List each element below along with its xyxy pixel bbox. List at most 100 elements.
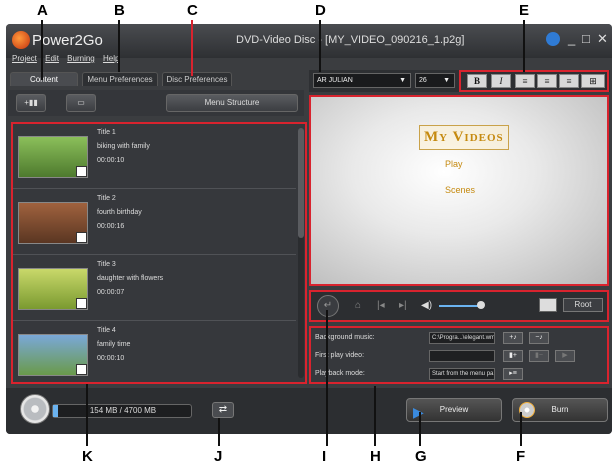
preview-label: Preview [439,405,469,414]
background-music-label: Background music: [315,334,375,341]
callout-b: B [114,2,125,19]
tab-disc-preferences[interactable]: Disc Preferences [162,72,232,86]
align-center-icon[interactable]: ≡ [537,74,557,88]
item-description: family time [97,341,131,348]
item-duration: 00:00:10 [97,157,125,164]
play-icon[interactable]: ▶ [555,350,575,362]
disc-capacity-bar: 154 MB / 4700 MB [52,404,192,418]
remove-first-play-icon[interactable]: ▮− [529,350,549,362]
menu-bar: Project Edit Burning Help [6,54,306,68]
video-clip-icon [76,232,87,243]
playback-mode-settings-icon[interactable]: ▸≡ [503,368,523,380]
previous-icon[interactable]: |◂ [377,300,385,311]
close-icon[interactable]: ✕ [597,31,608,47]
chevron-down-icon: ▼ [399,77,406,84]
enter-icon[interactable]: ↵ [317,295,339,317]
first-play-field[interactable] [429,350,495,362]
maximize-icon[interactable]: □ [582,31,590,46]
update-notification-icon[interactable] [546,32,560,46]
callout-line-b [118,20,120,72]
menu-title-text[interactable]: My Videos [419,125,509,150]
menu-edit[interactable]: Edit [45,54,59,63]
font-toolbar: AR JULIAN ▼ 26 ▼ B I ≡ ≡ ≡ ⊞ [309,70,610,92]
disc-icon [20,394,50,424]
font-size-value: 26 [419,77,427,84]
list-item[interactable]: Title 3 daughter with flowers 00:00:07 [13,256,296,321]
root-button[interactable]: Root [563,298,603,312]
callout-line-c [191,20,193,76]
volume-icon[interactable]: ◀) [421,300,432,311]
add-video-button[interactable]: +▮▮ [16,94,46,112]
item-title: Title 3 [97,261,116,268]
menu-play-link[interactable]: Play [445,159,463,169]
callout-f: F [516,448,526,465]
align-left-icon[interactable]: ≡ [515,74,535,88]
menu-structure-button[interactable]: Menu Structure [166,94,298,112]
item-description: daughter with flowers [97,275,164,282]
font-family-value: AR JULIAN [317,77,353,84]
video-clip-icon [76,364,87,375]
item-duration: 00:00:10 [97,355,125,362]
chevron-down-icon: ▼ [443,77,450,84]
menu-properties: Background music: C:\Progra...\elegant.w… [309,326,609,384]
callout-line-a [41,20,43,80]
callout-line-k [86,384,88,446]
callout-e: E [519,2,530,19]
remove-music-icon[interactable]: −♪ [529,332,549,344]
callout-line-e [523,20,525,72]
font-family-select[interactable]: AR JULIAN ▼ [313,73,411,88]
minimize-icon[interactable]: _ [568,31,575,46]
callout-k: K [82,448,93,465]
display-icon[interactable] [539,298,557,312]
callout-g: G [415,448,427,465]
item-description: fourth birthday [97,209,142,216]
tab-content[interactable]: Content [10,72,78,86]
font-size-select[interactable]: 26 ▼ [415,73,455,88]
chapter-button[interactable]: ▭ [66,94,96,112]
italic-button[interactable]: I [491,74,511,88]
volume-knob[interactable] [477,301,485,309]
list-scrollbar[interactable] [298,128,304,378]
item-duration: 00:00:07 [97,289,125,296]
background-music-field[interactable]: C:\Progra...\elegant.wma [429,332,495,344]
video-clip-icon [76,298,87,309]
callout-j: J [214,448,223,465]
menu-preview: My Videos Play Scenes [309,95,609,286]
power2go-logo-icon [12,31,30,49]
add-music-icon[interactable]: +♪ [503,332,523,344]
menu-scenes-link[interactable]: Scenes [445,185,475,195]
content-toolbar: +▮▮ ▭ Menu Structure [8,90,304,116]
list-item[interactable]: Title 2 fourth birthday 00:00:16 [13,190,296,255]
callout-d: D [315,2,326,19]
burn-label: Burn [551,405,569,414]
list-item[interactable]: Title 1 biking with family 00:00:10 [13,124,296,189]
callout-h: H [370,448,381,465]
callout-a: A [37,2,48,19]
bold-button[interactable]: B [467,74,487,88]
title-bar: Power2Go DVD-Video Disc - [MY_VIDEO_0902… [6,24,612,58]
menu-burning[interactable]: Burning [67,54,95,63]
playback-mode-field[interactable]: Start from the menu pa... [429,368,495,380]
callout-i: I [322,448,327,465]
item-title: Title 2 [97,195,116,202]
text-format-group: B I ≡ ≡ ≡ ⊞ [459,70,609,92]
add-first-play-icon[interactable]: ▮+ [503,350,523,362]
switch-disc-icon[interactable]: ⇄ [212,402,234,418]
volume-slider[interactable] [439,305,481,307]
list-item[interactable]: Title 4 family time 00:00:10 [13,322,296,387]
menu-help[interactable]: Help [103,54,119,63]
player-controls: ↵ ⌂ |◂ ▸| ◀) Root [309,290,609,322]
next-icon[interactable]: ▸| [399,300,407,311]
menu-project[interactable]: Project [12,54,37,63]
burn-button[interactable]: Burn [512,398,608,422]
home-icon[interactable]: ⌂ [355,300,361,311]
item-title: Title 1 [97,129,116,136]
layout-grid-icon[interactable]: ⊞ [581,74,605,88]
item-duration: 00:00:16 [97,223,125,230]
tab-menu-preferences[interactable]: Menu Preferences [82,72,158,86]
video-clip-icon [76,166,87,177]
scrollbar-thumb[interactable] [298,128,304,238]
window-title: DVD-Video Disc - [MY_VIDEO_090216_1.p2g] [236,34,465,46]
align-right-icon[interactable]: ≡ [559,74,579,88]
item-title: Title 4 [97,327,116,334]
